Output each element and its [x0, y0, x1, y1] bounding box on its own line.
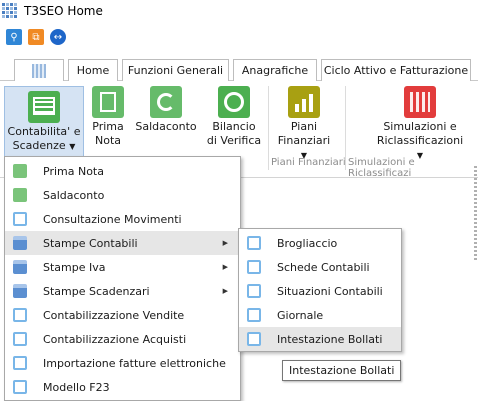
- piani-finanziari-button[interactable]: Piani Finanziari ▼: [274, 86, 334, 163]
- refresh-icon: [150, 86, 182, 118]
- window-icon: [13, 380, 27, 394]
- menu-item-importazione-fatture[interactable]: Importazione fatture elettroniche: [5, 351, 240, 375]
- bilancio-verifica-button[interactable]: Bilancio di Verifica: [204, 86, 264, 148]
- title-bar: T3SEO Home: [0, 0, 478, 22]
- ribbon-tabs: Home Funzioni Generali Anagrafiche Ciclo…: [0, 57, 478, 81]
- menu-item-modello-f23[interactable]: Modello F23: [5, 375, 240, 399]
- window-icon: [247, 236, 261, 250]
- window-icon: [13, 212, 27, 226]
- menu-item-contabilizzazione-acquisti[interactable]: Contabilizzazione Acquisti: [5, 327, 240, 351]
- window-icon: [247, 260, 261, 274]
- tooltip: Intestazione Bollati: [282, 360, 402, 381]
- tab-app-menu[interactable]: [14, 59, 64, 81]
- group-label-simulazioni: Simulazioni e Riclassificazi: [348, 157, 415, 179]
- checklist-icon: [92, 86, 124, 118]
- submenu-item-giornale[interactable]: Giornale: [239, 303, 401, 327]
- app-grid-icon: [2, 3, 18, 19]
- printer-icon: [13, 236, 27, 250]
- app-menu-icon: [32, 63, 46, 78]
- tab-funzioni-generali[interactable]: Funzioni Generali: [122, 59, 229, 81]
- window-icon: [13, 332, 27, 346]
- window-icon: [247, 332, 261, 346]
- tab-anagrafiche[interactable]: Anagrafiche: [233, 59, 317, 81]
- menu-item-prima-nota[interactable]: Prima Nota: [5, 159, 240, 183]
- bookmark-icon[interactable]: ⧉: [28, 29, 44, 45]
- simulazioni-button[interactable]: Simulazioni e Riclassificazioni ▼: [372, 86, 468, 163]
- submenu-item-situazioni-contabili[interactable]: Situazioni Contabili: [239, 279, 401, 303]
- menu-item-stampe-contabili[interactable]: Stampe Contabili ▶: [5, 231, 240, 255]
- saldaconto-button[interactable]: Saldaconto: [134, 86, 198, 134]
- checklist-icon: [13, 164, 27, 178]
- balance-icon: [218, 86, 250, 118]
- key-icon[interactable]: ⚲: [6, 29, 22, 45]
- submenu-item-intestazione-bollati[interactable]: Intestazione Bollati: [239, 327, 401, 351]
- menu-item-saldaconto[interactable]: Saldaconto: [5, 183, 240, 207]
- window-title: T3SEO Home: [24, 4, 103, 18]
- menu-item-stampe-iva[interactable]: Stampe Iva ▶: [5, 255, 240, 279]
- ribbon-separator: [345, 86, 346, 170]
- quick-access-toolbar: ⚲ ⧉ ↔: [0, 24, 66, 50]
- grid-chart-icon: [404, 86, 436, 118]
- group-label-piani: Piani Finanziari: [271, 157, 346, 168]
- printer-icon: [13, 260, 27, 274]
- menu-item-stampe-scadenzari[interactable]: Stampe Scadenzari ▶: [5, 279, 240, 303]
- submenu-item-schede-contabili[interactable]: Schede Contabili: [239, 255, 401, 279]
- tab-ciclo-attivo[interactable]: Ciclo Attivo e Fatturazione: [321, 59, 471, 81]
- window-icon: [247, 308, 261, 322]
- contabilita-scadenze-button[interactable]: Contabilita' e Scadenze ▼: [4, 86, 84, 164]
- menu-item-consultazione-movimenti[interactable]: Consultazione Movimenti: [5, 207, 240, 231]
- chart-up-icon: [288, 86, 320, 118]
- submenu-arrow-icon: ▶: [222, 287, 228, 295]
- contabilita-dropdown-menu: Prima Nota Saldaconto Consultazione Movi…: [4, 156, 241, 401]
- menu-item-contabilizzazione-vendite[interactable]: Contabilizzazione Vendite: [5, 303, 240, 327]
- ribbon-separator: [268, 86, 269, 170]
- refresh-icon: [13, 188, 27, 202]
- teamviewer-icon[interactable]: ↔: [50, 29, 66, 45]
- window-icon: [247, 284, 261, 298]
- submenu-item-brogliaccio[interactable]: Brogliaccio: [239, 231, 401, 255]
- ledger-icon: [28, 91, 60, 123]
- submenu-arrow-icon: ▶: [222, 239, 228, 247]
- tab-home[interactable]: Home: [68, 59, 118, 81]
- printer-icon: [13, 284, 27, 298]
- prima-nota-button[interactable]: Prima Nota: [88, 86, 128, 148]
- window-icon: [13, 356, 27, 370]
- window-icon: [13, 308, 27, 322]
- submenu-arrow-icon: ▶: [222, 263, 228, 271]
- stampe-contabili-submenu: Brogliaccio Schede Contabili Situazioni …: [238, 228, 402, 352]
- ribbon-scroll-handle[interactable]: [472, 164, 478, 260]
